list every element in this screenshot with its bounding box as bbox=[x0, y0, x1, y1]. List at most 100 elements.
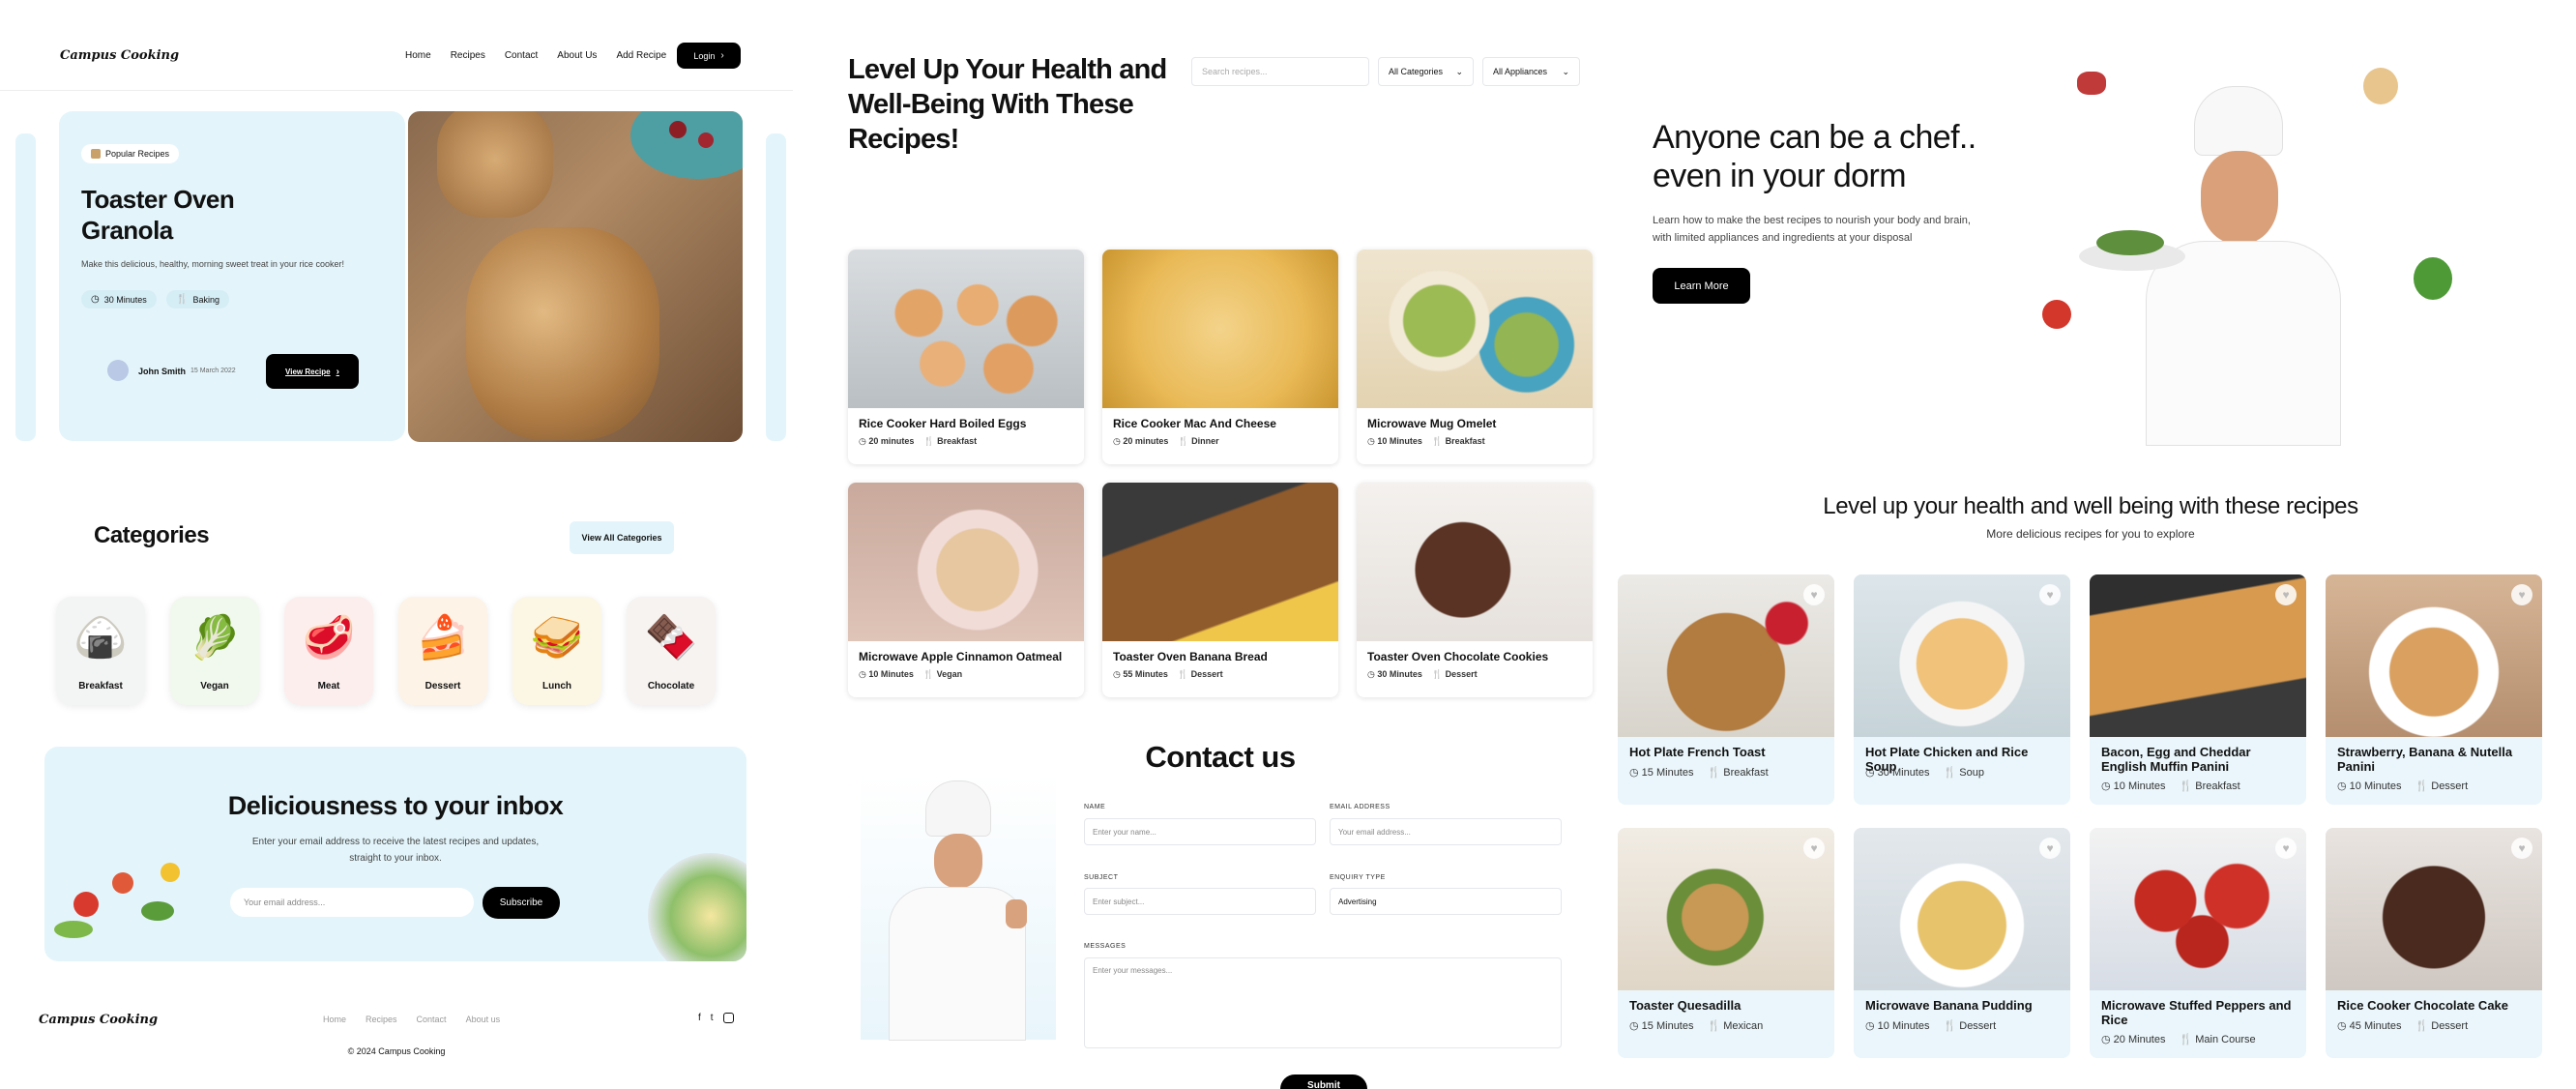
category-icon: 🥬 bbox=[188, 614, 242, 662]
enquiry-select[interactable]: Advertising bbox=[1330, 888, 1562, 915]
subject-input[interactable]: Enter subject... bbox=[1084, 888, 1316, 915]
login-label: Login bbox=[693, 50, 716, 61]
subscribe-button[interactable]: Subscribe bbox=[483, 887, 560, 919]
category-card[interactable]: 🥬 Vegan bbox=[170, 597, 259, 705]
recipe-card[interactable]: Toaster Oven Banana Bread ◷ 55 Minutes 🍴 D… bbox=[1102, 483, 1338, 697]
category-card[interactable]: 🍰 Dessert bbox=[398, 597, 487, 705]
recipe-card[interactable]: ♥ Toaster Quesadilla ◷ 15 Minutes 🍴 Mexican bbox=[1618, 828, 1834, 1058]
favorite-heart-icon[interactable]: ♥ bbox=[1803, 584, 1825, 605]
footer-link-recipes[interactable]: Recipes bbox=[366, 1015, 397, 1024]
category-filter-select[interactable]: All Categories ⌄ bbox=[1378, 57, 1474, 86]
instagram-icon[interactable] bbox=[722, 1013, 734, 1023]
recipe-card[interactable]: ♥ Hot Plate Chicken and Rice Soup ◷ 30 Min… bbox=[1854, 574, 2070, 805]
recipe-image bbox=[1618, 574, 1834, 737]
hero-category: Baking bbox=[192, 294, 220, 305]
nav-add-recipe[interactable]: Add Recipe bbox=[616, 50, 666, 61]
carousel-prev-slide[interactable] bbox=[15, 133, 36, 441]
hero-image-granola bbox=[408, 111, 743, 442]
footer-logo[interactable]: Campus Cooking bbox=[39, 1013, 158, 1027]
recipe-title: Rice Cooker Chocolate Cake bbox=[2337, 998, 2509, 1013]
clock-icon: ◷ bbox=[1113, 436, 1121, 446]
category-icon: 🥪 bbox=[530, 614, 584, 662]
recipe-title: Toaster Oven Banana Bread bbox=[1113, 650, 1268, 663]
category-card[interactable]: 🥩 Meat bbox=[284, 597, 373, 705]
messages-placeholder: Enter your messages... bbox=[1093, 966, 1173, 975]
carousel-next-slide[interactable] bbox=[766, 133, 786, 441]
recipe-image bbox=[1618, 828, 1834, 990]
recipe-card[interactable]: Rice Cooker Hard Boiled Eggs ◷ 20 minutes… bbox=[848, 250, 1084, 464]
favorite-heart-icon[interactable]: ♥ bbox=[2039, 584, 2061, 605]
messages-textarea[interactable]: Enter your messages... bbox=[1084, 957, 1562, 1048]
footer-link-home[interactable]: Home bbox=[323, 1015, 346, 1024]
recipe-card[interactable]: ♥ Rice Cooker Chocolate Cake ◷ 45 Minutes 🍴… bbox=[2326, 828, 2542, 1058]
name-input[interactable]: Enter your name... bbox=[1084, 818, 1316, 845]
recipe-category: Breakfast bbox=[2195, 780, 2240, 792]
recipe-card[interactable]: ♥ Microwave Stuffed Peppers and Rice ◷ 20 … bbox=[2090, 828, 2306, 1058]
twitter-icon[interactable]: t bbox=[711, 1013, 714, 1023]
category-label: Breakfast bbox=[78, 681, 123, 692]
section-subtitle: More delicious recipes for you to explor… bbox=[1986, 527, 2195, 541]
nav-contact[interactable]: Contact bbox=[505, 50, 538, 61]
recipe-image bbox=[2326, 828, 2542, 990]
category-card[interactable]: 🍫 Chocolate bbox=[627, 597, 716, 705]
recipe-title: Microwave Banana Pudding bbox=[1865, 998, 2033, 1013]
recipe-card[interactable]: Microwave Mug Omelet ◷ 10 Minutes 🍴 Breakf… bbox=[1357, 250, 1593, 464]
view-all-categories-button[interactable]: View All Categories bbox=[570, 521, 674, 554]
hero-time: 30 Minutes bbox=[103, 294, 147, 305]
category-label: Vegan bbox=[200, 681, 229, 692]
newsletter-email-input[interactable]: Your email address... bbox=[230, 888, 474, 917]
favorite-heart-icon[interactable]: ♥ bbox=[2511, 838, 2532, 859]
hero-category-pill: 🍴 Baking bbox=[166, 290, 229, 309]
recipe-card[interactable]: ♥ Hot Plate French Toast ◷ 15 Minutes 🍴 Bre… bbox=[1618, 574, 1834, 805]
recipe-meta: ◷ 55 Minutes 🍴 Dessert bbox=[1113, 669, 1223, 680]
footer-link-about[interactable]: About us bbox=[466, 1015, 501, 1024]
favorite-heart-icon[interactable]: ♥ bbox=[2039, 838, 2061, 859]
recipe-card[interactable]: ♥ Microwave Banana Pudding ◷ 10 Minutes 🍴 D… bbox=[1854, 828, 2070, 1058]
clock-icon: ◷ bbox=[1367, 669, 1375, 679]
clock-icon: ◷ bbox=[1629, 1020, 1639, 1032]
recipe-card[interactable]: Rice Cooker Mac And Cheese ◷ 20 minutes 🍴 … bbox=[1102, 250, 1338, 464]
fork-knife-icon: 🍴 bbox=[1178, 436, 1189, 446]
facebook-icon[interactable]: f bbox=[698, 1013, 701, 1023]
hero-title: Toaster Oven Granola bbox=[81, 185, 235, 245]
header-divider bbox=[0, 90, 793, 91]
nav-recipes[interactable]: Recipes bbox=[451, 50, 485, 61]
view-recipe-button[interactable]: View Recipe › bbox=[266, 354, 359, 389]
site-logo[interactable]: Campus Cooking bbox=[60, 48, 179, 63]
name-placeholder: Enter your name... bbox=[1093, 827, 1156, 837]
learn-more-button[interactable]: Learn More bbox=[1653, 268, 1750, 304]
recipe-card[interactable]: Microwave Apple Cinnamon Oatmeal ◷ 10 Min… bbox=[848, 483, 1084, 697]
category-label: Dessert bbox=[424, 681, 461, 692]
recipe-card[interactable]: Toaster Oven Chocolate Cookies ◷ 30 Minut… bbox=[1357, 483, 1593, 697]
footer-link-contact[interactable]: Contact bbox=[417, 1015, 447, 1024]
favorite-heart-icon[interactable]: ♥ bbox=[2511, 584, 2532, 605]
favorite-heart-icon[interactable]: ♥ bbox=[2275, 584, 2297, 605]
submit-button[interactable]: Submit bbox=[1280, 1074, 1367, 1089]
clock-icon: ◷ bbox=[91, 294, 100, 305]
favorite-heart-icon[interactable]: ♥ bbox=[1803, 838, 1825, 859]
recipe-time: 10 Minutes bbox=[2349, 780, 2402, 792]
email-input[interactable]: Your email address... bbox=[1330, 818, 1562, 845]
vegetables-illustration bbox=[44, 853, 199, 961]
categories-title: Categories bbox=[94, 522, 210, 548]
favorite-heart-icon[interactable]: ♥ bbox=[2275, 838, 2297, 859]
appliance-filter-select[interactable]: All Appliances ⌄ bbox=[1482, 57, 1580, 86]
category-card[interactable]: 🥪 Lunch bbox=[512, 597, 601, 705]
learn-more-label: Learn More bbox=[1674, 280, 1729, 292]
recipe-time: 45 Minutes bbox=[2349, 1020, 2402, 1032]
category-card[interactable]: 🍙 Breakfast bbox=[56, 597, 145, 705]
nav-about-us[interactable]: About Us bbox=[557, 50, 597, 61]
recipe-card[interactable]: ♥ Bacon, Egg and Cheddar English Muffin P… bbox=[2090, 574, 2306, 805]
clock-icon: ◷ bbox=[2337, 780, 2347, 792]
fork-knife-icon: 🍴 bbox=[2415, 780, 2429, 792]
tomato-decoration bbox=[2042, 300, 2071, 329]
meat-decoration bbox=[2077, 72, 2106, 95]
recipe-category: Dessert bbox=[2431, 780, 2469, 792]
nav-home[interactable]: Home bbox=[405, 50, 431, 61]
recipe-time: 15 Minutes bbox=[1641, 1020, 1694, 1032]
recipe-time: 15 Minutes bbox=[1641, 767, 1694, 779]
login-button[interactable]: Login › bbox=[677, 43, 741, 69]
popular-badge: Popular Recipes bbox=[81, 144, 180, 163]
recipe-search-input[interactable]: Search recipes... bbox=[1191, 57, 1369, 86]
recipe-card[interactable]: ♥ Strawberry, Banana & Nutella Panini ◷ 10… bbox=[2326, 574, 2542, 805]
